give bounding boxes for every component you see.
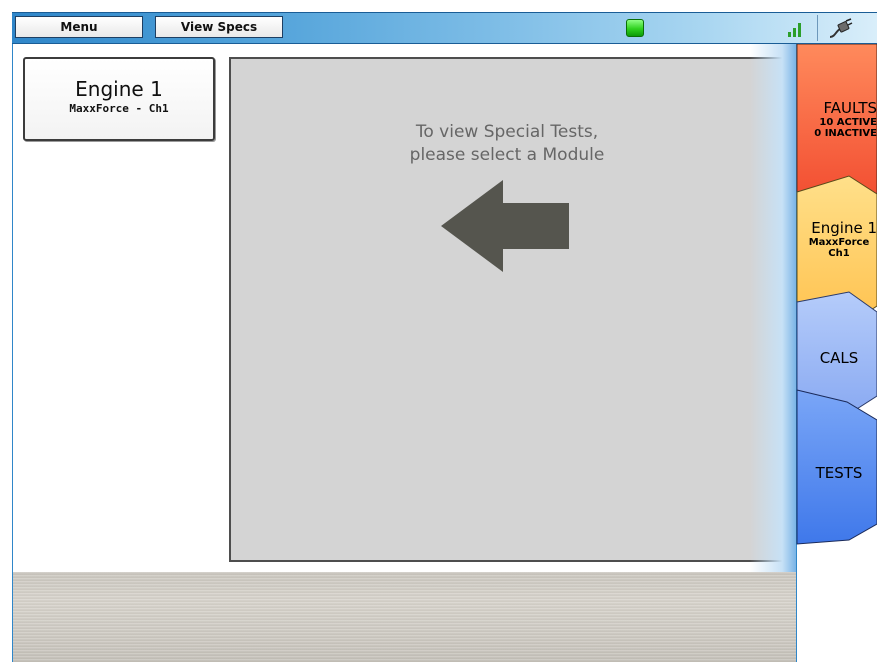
tab-engine-1[interactable]: Engine 1 MaxxForce Ch1 (797, 219, 877, 260)
tab-faults[interactable]: FAULTS 10 ACTIVE 0 INACTIVE (797, 99, 877, 140)
tab-tests[interactable]: TESTS (801, 465, 877, 482)
toolbar-divider (817, 15, 818, 41)
cable-plug-icon[interactable] (827, 17, 853, 41)
tab-engine-model: MaxxForce (808, 237, 870, 248)
special-tests-panel: To view Special Tests, please select a M… (229, 57, 785, 562)
tab-engine-label: Engine 1 (811, 219, 877, 237)
signal-bars-icon (788, 21, 802, 37)
tab-cals-label: CALS (819, 349, 859, 367)
tab-cals[interactable]: CALS (801, 350, 877, 367)
side-tabs: FAULTS 10 ACTIVE 0 INACTIVE Engine 1 Max… (793, 44, 877, 564)
status-indicator-icon (626, 19, 644, 37)
module-name: Engine 1 (75, 77, 163, 101)
arrow-left-icon (441, 180, 571, 272)
bottom-panel (13, 572, 796, 662)
select-module-message: To view Special Tests, please select a M… (409, 122, 605, 165)
content-area: Engine 1 MaxxForce - Ch1 To view Special… (13, 44, 796, 572)
module-button-engine-1[interactable]: Engine 1 MaxxForce - Ch1 (23, 57, 215, 141)
tab-faults-label: FAULTS (823, 99, 877, 117)
tab-faults-inactive: 0 INACTIVE (814, 128, 877, 139)
tab-faults-active: 10 ACTIVE (819, 117, 877, 128)
tab-engine-channel: Ch1 (828, 248, 850, 259)
view-specs-button[interactable]: View Specs (155, 16, 283, 38)
menu-button[interactable]: Menu (15, 16, 143, 38)
tab-tests-label: TESTS (815, 464, 863, 482)
module-detail: MaxxForce - Ch1 (69, 102, 169, 115)
top-toolbar: Menu View Specs (12, 12, 877, 44)
app-window: Menu View Specs Engine 1 MaxxForce - Ch1… (0, 0, 877, 662)
